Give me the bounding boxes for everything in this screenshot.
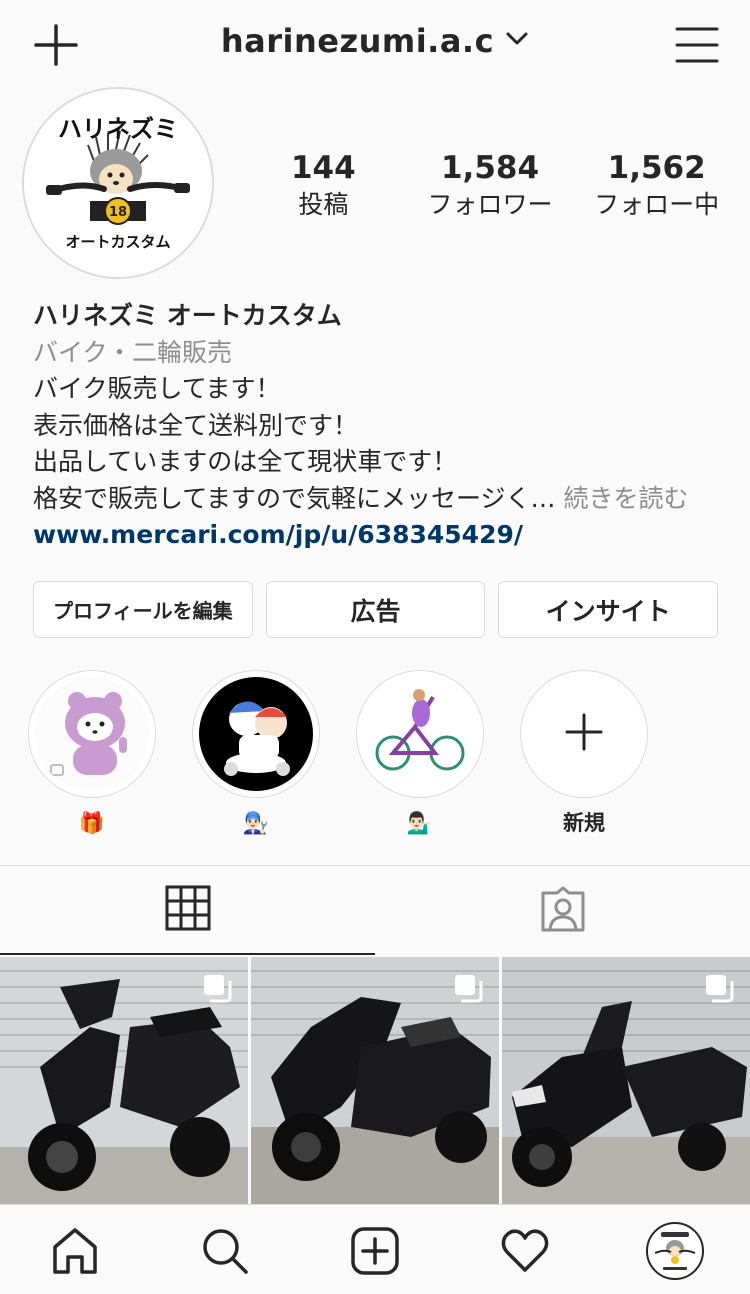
stat-posts[interactable]: 144 投稿 — [240, 148, 407, 222]
profile-actions: プロフィールを編集 広告 インサイト — [33, 581, 719, 638]
profile-stats: 144 投稿 1,584 フォロワー 1,562 フォロー中 — [240, 148, 740, 222]
home-icon[interactable] — [45, 1221, 105, 1281]
multi-photo-icon — [704, 973, 734, 1007]
display-name: ハリネズミ オートカスタム — [33, 301, 342, 330]
profile-avatar[interactable]: 18 ハリネズミ オートカスタム — [22, 87, 214, 279]
tab-tagged[interactable] — [375, 866, 750, 955]
post-thumbnail[interactable] — [502, 957, 750, 1204]
promotions-button[interactable]: 広告 — [265, 581, 486, 638]
website-link[interactable]: www.mercari.com/jp/u/638345429/ — [33, 517, 733, 554]
highlight-label: 🎁 — [78, 811, 106, 835]
tagged-person-icon — [539, 885, 587, 937]
stat-followers[interactable]: 1,584 フォロワー — [407, 148, 574, 222]
insights-button[interactable]: インサイト — [498, 581, 719, 638]
account-switcher[interactable]: harinezumi.a.c — [0, 22, 750, 60]
highlight-item[interactable]: 💁🏻‍♂️ — [356, 670, 484, 838]
highlight-label: 👨🏻‍🔧 — [242, 811, 270, 835]
edit-profile-button[interactable]: プロフィールを編集 — [33, 581, 253, 638]
username: harinezumi.a.c — [220, 22, 495, 60]
highlight-ring — [192, 670, 320, 798]
bio-line: 出品していますのは全て現状車です！ — [33, 447, 458, 476]
stat-following-label: フォロー中 — [594, 190, 720, 219]
grid-icon — [165, 885, 211, 935]
highlight-label: 💁🏻‍♂️ — [406, 811, 434, 835]
new-post-icon[interactable] — [345, 1221, 405, 1281]
post-grid — [0, 957, 750, 1204]
tab-grid[interactable] — [0, 866, 375, 955]
post-thumbnail[interactable] — [251, 957, 499, 1204]
post-thumbnail[interactable] — [0, 957, 248, 1204]
category-label: バイク・二輪販売 — [33, 337, 233, 367]
stat-following-value: 1,562 — [607, 150, 706, 186]
bio: ハリネズミ オートカスタム バイク・二輪販売 バイク販売してます！ 表示価格は全… — [33, 298, 733, 554]
top-bar: harinezumi.a.c — [0, 0, 750, 90]
highlight-item[interactable]: 👨🏻‍🔧 — [192, 670, 320, 838]
stat-posts-label: 投稿 — [298, 190, 349, 219]
plus-icon — [564, 712, 604, 756]
multi-photo-icon — [202, 973, 232, 1007]
menu-icon[interactable] — [674, 22, 720, 68]
activity-heart-icon[interactable] — [495, 1221, 555, 1281]
highlight-ring — [28, 670, 156, 798]
profile-tabs — [0, 865, 750, 955]
logo-bottom-text: オートカスタム — [65, 233, 170, 251]
svg-text:18: 18 — [109, 205, 127, 220]
bio-line-truncated: 格安で販売してますので気軽にメッセージく… 続きを読む — [33, 481, 733, 518]
highlight-ring — [520, 670, 648, 798]
story-highlights: 🎁 👨🏻‍🔧 — [28, 670, 748, 840]
bottom-navigation — [0, 1204, 750, 1294]
bio-line-text: 格安で販売してますので気軽にメッセージく… — [33, 483, 556, 513]
stat-following[interactable]: 1,562 フォロー中 — [573, 148, 740, 222]
stat-followers-label: フォロワー — [427, 190, 553, 219]
stat-followers-value: 1,584 — [440, 150, 540, 186]
highlight-item[interactable]: 🎁 — [28, 670, 156, 838]
bio-line: バイク販売してます！ — [33, 374, 281, 403]
highlight-cover-image — [35, 677, 149, 791]
new-highlight-button[interactable]: 新規 — [520, 670, 648, 838]
highlight-ring — [356, 670, 484, 798]
search-icon[interactable] — [195, 1221, 255, 1281]
highlight-cover-image — [363, 677, 477, 791]
hedgehog-logo-icon: 18 ハリネズミ オートカスタム — [24, 89, 212, 277]
highlight-label: 新規 — [563, 811, 605, 835]
chevron-down-icon — [505, 31, 529, 51]
stat-posts-value: 144 — [290, 150, 356, 186]
profile-avatar[interactable] — [645, 1221, 705, 1281]
bio-line: 表示価格は全て送料別です！ — [33, 410, 359, 440]
highlight-cover-image — [199, 677, 313, 791]
logo-top-text: ハリネズミ — [58, 115, 178, 143]
multi-photo-icon — [453, 973, 483, 1007]
read-more-link[interactable]: 続きを読む — [563, 484, 688, 513]
